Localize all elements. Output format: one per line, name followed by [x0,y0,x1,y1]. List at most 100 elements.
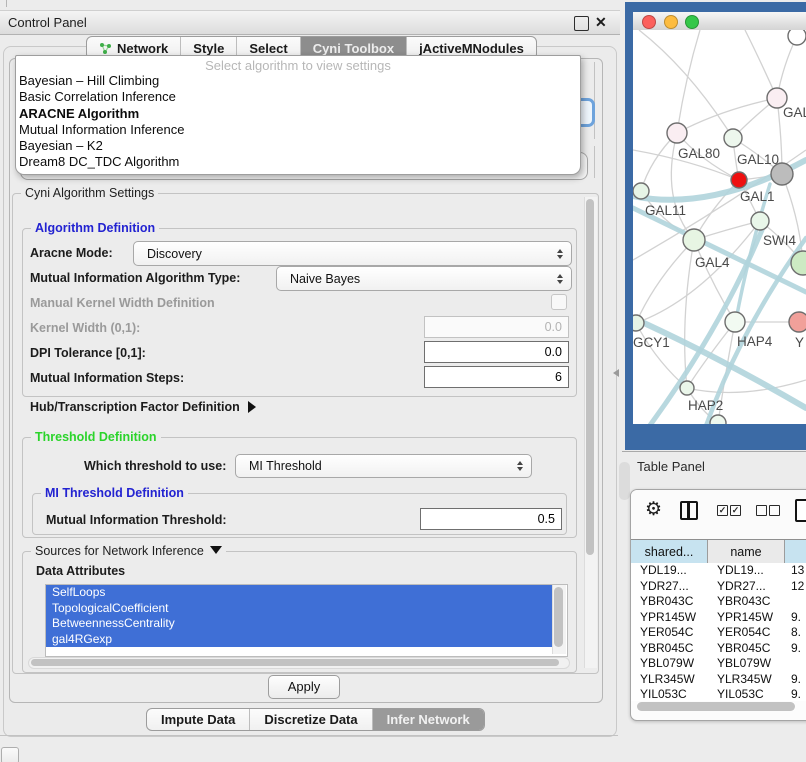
table-hscrollbar-thumb[interactable] [637,702,795,711]
bottom-tab-discretize-data[interactable]: Discretize Data [249,709,371,730]
network-node[interactable] [683,229,705,251]
which-threshold-combo[interactable]: MI Threshold [235,454,532,478]
list-item[interactable]: gal4RGexp [46,632,555,648]
network-node[interactable] [710,415,726,424]
table-cell [785,656,806,672]
column-header[interactable]: name [708,540,785,563]
splitter-handle[interactable] [613,369,619,377]
dropdown-item-list: Bayesian – Hill ClimbingBasic Correlatio… [16,73,580,171]
attributes-hscrollbar-track[interactable] [28,657,570,669]
table-row[interactable]: YDR27...YDR27...12 [631,579,806,595]
table-cell: YBL079W [631,656,708,672]
network-node[interactable] [633,315,644,331]
settings-scrollbar-thumb[interactable] [586,199,594,555]
table-cell: 9. [785,672,806,688]
mi-steps-label: Mutual Information Steps: [30,371,184,385]
top-edge-tick [6,0,7,7]
tab-label: Network [117,41,168,56]
table-icon[interactable] [795,499,806,522]
network-node[interactable] [788,30,806,45]
window-minimize-button[interactable] [664,15,678,29]
table-hscrollbar-track[interactable] [633,700,806,713]
hub-definition-label: Hub/Transcription Factor Definition [30,400,240,414]
gear-icon[interactable]: ⚙ [645,499,662,521]
dpi-tolerance-field[interactable] [424,341,569,363]
attributes-scrollbar-thumb[interactable] [554,587,563,647]
side-scrollbar-thumb[interactable] [619,462,630,500]
mi-type-combo[interactable]: Naive Bayes [276,266,572,291]
network-node[interactable] [731,172,747,188]
table-row[interactable]: YBR043CYBR043C [631,594,806,610]
stepper-arrows-icon [557,249,571,259]
algorithm-definition-title: Algorithm Definition [31,221,159,235]
table-cell: YBR045C [708,641,785,657]
table-row[interactable]: YPR145WYPR145W9. [631,610,806,626]
network-node[interactable] [751,212,769,230]
network-node-label: SWI4 [763,233,796,248]
aracne-mode-combo[interactable]: Discovery [133,241,572,266]
column-header[interactable] [785,540,806,563]
network-node[interactable] [789,312,806,332]
deselect-all-icon[interactable] [756,505,767,516]
columns-icon[interactable] [680,501,698,520]
network-canvas[interactable]: GALGAL80GAL10GAL1GAL11SWI4GAL4GCY1HAP4YH… [633,30,806,424]
apply-button[interactable]: Apply [268,675,340,699]
table-row[interactable]: YER054CYER054C8. [631,625,806,641]
list-item[interactable]: TopologicalCoefficient [46,601,555,617]
mi-threshold-field[interactable] [420,508,562,530]
hub-definition-toggle[interactable]: Hub/Transcription Factor Definition [30,400,256,414]
network-node[interactable] [667,123,687,143]
dropdown-item[interactable]: Basic Correlation Inference [16,89,580,105]
mi-steps-field[interactable] [424,366,569,388]
list-item[interactable]: BetweennessCentrality [46,616,555,632]
dropdown-item[interactable]: ARACNE Algorithm [16,106,580,122]
table-cell: YBR043C [708,594,785,610]
bottom-tab-infer-network[interactable]: Infer Network [372,709,484,730]
table-cell: 9. [785,641,806,657]
dropdown-item[interactable]: Bayesian – K2 [16,138,580,154]
table-cell: YDR27... [708,579,785,595]
table-row[interactable]: YDL19...YDL19...13 [631,563,806,579]
network-node[interactable] [633,183,649,199]
which-threshold-label: Which threshold to use: [84,459,226,473]
float-panel-button[interactable] [574,16,589,31]
dropdown-item[interactable]: Bayesian – Hill Climbing [16,73,580,89]
cyni-settings-title: Cyni Algorithm Settings [21,186,158,200]
select-all-icon[interactable]: ✓ [717,505,728,516]
network-node[interactable] [680,381,694,395]
window-close-button[interactable] [642,15,656,29]
attributes-hscrollbar-thumb[interactable] [31,659,559,666]
network-window-titlebar[interactable] [633,12,806,31]
table-window: ⚙ ✓ ✓ shared...name YDL19...YDL19...13YD… [630,489,806,721]
table-row[interactable]: YIL053CYIL053C9. [631,687,806,701]
panel-collapse-button[interactable] [1,747,19,762]
close-panel-button[interactable]: ✕ [595,16,608,29]
data-attributes-list[interactable]: SelfLoopsTopologicalCoefficientBetweenne… [45,584,568,657]
dpi-tolerance-label: DPI Tolerance [0,1]: [30,346,146,360]
table-header: shared...name [631,539,806,564]
sources-toggle[interactable]: Sources for Network Inference [31,544,226,558]
network-node-label: GAL80 [678,146,720,161]
mi-threshold-label: Mutual Information Threshold: [46,513,227,527]
collapse-down-icon [210,546,222,554]
manual-kernel-checkbox[interactable] [551,294,567,310]
table-cell: YBR045C [631,641,708,657]
dropdown-item[interactable]: Mutual Information Inference [16,122,580,138]
network-node[interactable] [725,312,745,332]
app-root: Control Panel ✕ NetworkStyleSelectCyni T… [0,0,806,762]
network-node[interactable] [724,129,742,147]
network-node-label: GAL11 [645,203,686,218]
stepper-arrows-icon [557,274,571,284]
select-all-icon[interactable]: ✓ [730,505,741,516]
table-row[interactable]: YBL079WYBL079W [631,656,806,672]
list-item[interactable]: SelfLoops [46,585,555,601]
deselect-all-icon[interactable] [769,505,780,516]
dropdown-item[interactable]: Dream8 DC_TDC Algorithm [16,154,580,170]
table-row[interactable]: YLR345WYLR345W9. [631,672,806,688]
table-cell: 8. [785,625,806,641]
table-row[interactable]: YBR045CYBR045C9. [631,641,806,657]
table-cell: YLR345W [708,672,785,688]
window-zoom-button[interactable] [685,15,699,29]
bottom-tab-impute-data[interactable]: Impute Data [147,709,249,730]
column-header[interactable]: shared... [631,540,708,563]
